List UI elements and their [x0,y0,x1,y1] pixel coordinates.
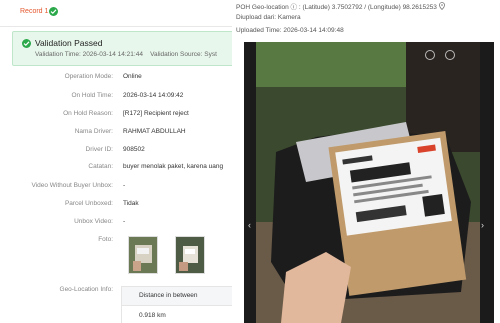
detail-row: Unbox Video: - [0,218,232,230]
geo-table-header-label: Distance in between [139,292,198,299]
detail-row: Nama Driver: RAHMAT ABDULLAH [0,128,232,140]
geo-location-text: POH Geo-location ⓘ : (Latitude) 3.750279… [236,4,437,11]
photo-thumbnail[interactable] [175,236,205,274]
detail-label: Operation Mode: [64,73,113,80]
detail-label: Video Without Buyer Unbox: [31,182,113,189]
detail-label: Unbox Video: [74,218,113,225]
detail-label: Catatan: [88,163,113,170]
validation-source-value: Syst [204,51,217,58]
geo-table-header: Distance in between [122,287,232,306]
detail-label: Geo-Location Info: [59,286,113,293]
validation-time-label: Validation Time: [35,51,81,58]
detail-value: buyer menolak paket, karena uang [123,163,224,170]
zoom-in-icon[interactable] [445,50,455,60]
detail-value: RAHMAT ABDULLAH [123,128,186,135]
record-tab[interactable]: Record 1 [0,0,232,27]
detail-label: Parcel Unboxed: [64,200,113,207]
record-tab-label: Record 1 [20,8,49,15]
geo-location-line: POH Geo-location ⓘ : (Latitude) 3.750279… [236,1,445,11]
geo-table-distance: 0.918 km [139,312,166,319]
detail-row: Catatan: buyer menolak paket, karena uan… [0,163,232,175]
chevron-left-icon[interactable]: ‹ [248,220,251,230]
detail-label: On Hold Reason: [63,110,113,117]
detail-label: Foto: [98,236,113,243]
uploaded-time: Uploaded Time: 2026-03-14 14:09:48 [236,27,344,34]
detail-value: Tidak [123,200,139,207]
zoom-out-icon[interactable] [425,50,435,60]
upload-source: Diupload dari: Kamera [236,14,301,21]
detail-value: 2026-03-14 14:09:42 [123,92,184,99]
validation-source-label: Validation Source: [150,51,203,58]
detail-row: Operation Mode: Online [0,73,232,85]
detail-row: On Hold Reason: [R172] Recipient reject [0,110,232,122]
detail-value: - [123,218,126,225]
detail-label: On Hold Time: [71,92,113,99]
record-details-panel: Record 1 Validation Passed Validation Ti… [0,0,232,323]
detail-label: Driver ID: [85,146,113,153]
detail-row: On Hold Time: 2026-03-14 14:09:42 [0,92,232,104]
detail-row: Parcel Unboxed: Tidak [0,200,232,212]
detail-value: - [123,182,126,189]
validation-subtitle: Validation Time: 2026-03-14 14:21:44 Val… [35,51,217,58]
image-viewer: ‹ › [244,42,494,323]
photo-thumbnail[interactable] [128,236,158,274]
validation-title: Validation Passed [35,38,103,48]
check-icon [22,39,31,48]
detail-label: Nama Driver: [74,128,113,135]
geo-location-table: Distance in between 0.918 km [121,286,232,323]
check-icon [49,7,58,16]
validation-time-value: 2026-03-14 14:21:44 [82,51,143,58]
detail-value: [R172] Recipient reject [123,110,189,117]
detail-value: Online [123,73,142,80]
detail-row: Video Without Buyer Unbox: - [0,182,232,194]
detail-value: 908502 [123,146,145,153]
map-pin-icon[interactable] [438,2,445,11]
detail-row: Driver ID: 908502 [0,146,232,158]
chevron-right-icon[interactable]: › [481,220,484,230]
photo-preview-panel: POH Geo-location ⓘ : (Latitude) 3.750279… [232,0,500,323]
validation-banner: Validation Passed Validation Time: 2026-… [12,31,232,66]
delivery-photo [256,42,480,323]
